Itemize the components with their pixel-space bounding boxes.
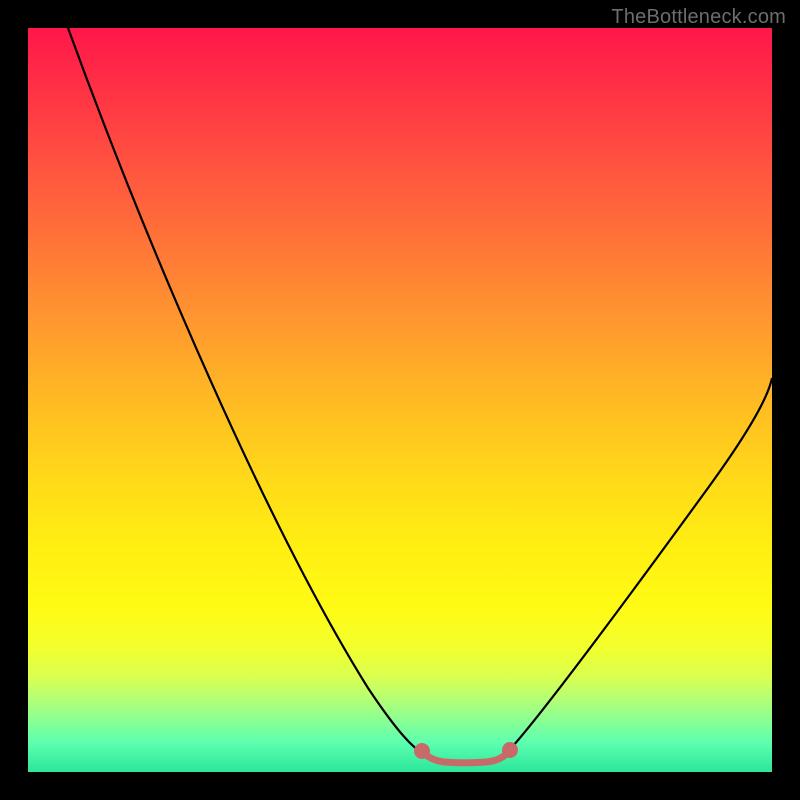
watermark-text: TheBottleneck.com	[611, 6, 786, 29]
chart-plot-area	[28, 28, 772, 772]
chart-frame: TheBottleneck.com	[0, 0, 800, 800]
chart-svg	[28, 28, 772, 772]
valley-marker	[418, 746, 515, 763]
bottleneck-curve	[68, 28, 772, 762]
